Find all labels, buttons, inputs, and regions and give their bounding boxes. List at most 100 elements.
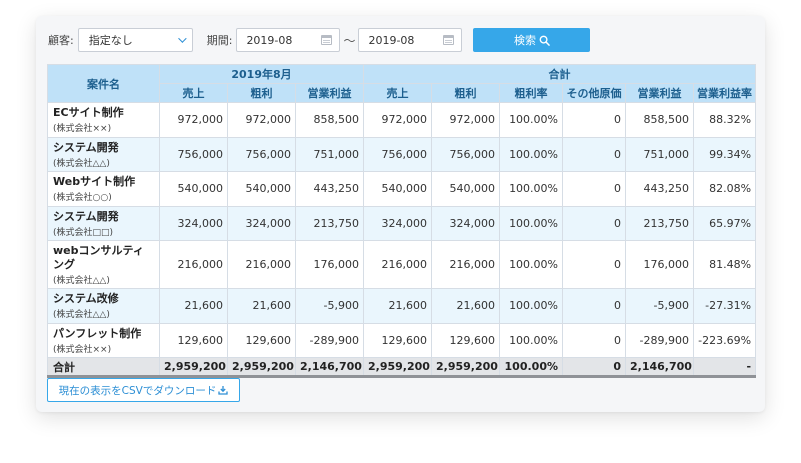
- date-to-value: 2019-08: [368, 33, 415, 47]
- table-cell: 21,600: [363, 288, 433, 324]
- project-cell: システム開発 (株式会社□□): [47, 205, 160, 241]
- total-cell: -: [693, 357, 757, 378]
- project-name: ECサイト制作: [53, 106, 124, 119]
- download-icon: [218, 386, 228, 395]
- total-cell: 2,959,200: [363, 357, 433, 378]
- table-cell: 324,000: [159, 205, 228, 241]
- report-panel: 顧客: 指定なし 期間: 2019-08 〜 2019-08 検索 案件名 20…: [36, 16, 765, 412]
- table-cell: 213,750: [294, 205, 365, 241]
- client-name: (株式会社□□): [53, 227, 114, 238]
- client-name: (株式会社××): [53, 124, 112, 134]
- calendar-icon[interactable]: [321, 35, 333, 45]
- table-cell: 99.34%: [693, 136, 757, 172]
- column-header-project: 案件名: [47, 64, 160, 103]
- column-header-month-1: 粗利: [227, 83, 296, 103]
- table-cell: 100.00%: [499, 205, 564, 241]
- total-cell: 2,146,700: [294, 357, 365, 378]
- customer-select[interactable]: 指定なし: [77, 28, 193, 52]
- group-header-month: 2019年8月: [158, 64, 365, 84]
- table-cell: 0: [562, 136, 627, 172]
- table-cell: 100.00%: [499, 136, 564, 172]
- table-cell: 100.00%: [499, 240, 564, 289]
- date-from-value: 2019-08: [246, 33, 293, 47]
- report-table: 案件名 2019年8月 合計 売上 粗利 営業利益 売上 粗利 粗利率 その他原価 営業利益営…: [47, 64, 757, 378]
- search-button[interactable]: 検索: [473, 28, 591, 52]
- column-header-total-5: 営業利益率: [693, 83, 757, 103]
- table-cell: 858,500: [625, 102, 695, 138]
- filter-bar: 顧客: 指定なし 期間: 2019-08 〜 2019-08 検索: [48, 28, 591, 52]
- project-cell: パンフレット制作 (株式会社××): [47, 322, 160, 358]
- table-cell: 0: [562, 171, 627, 207]
- table-cell: 88.32%: [693, 102, 757, 138]
- date-to-input[interactable]: 2019-08: [358, 28, 463, 52]
- client-name: (株式会社○○): [53, 193, 112, 203]
- project-cell: Webサイト制作 (株式会社○○): [47, 171, 160, 207]
- table-cell: 100.00%: [499, 322, 564, 358]
- table-cell: 443,250: [625, 171, 695, 207]
- client-name: (株式会社△△): [53, 310, 110, 320]
- table-cell: 972,000: [431, 102, 501, 138]
- table-cell: 100.00%: [499, 171, 564, 207]
- project-name: Webサイト制作: [53, 175, 136, 188]
- table-cell: 100.00%: [499, 288, 564, 324]
- table-cell: 756,000: [159, 136, 228, 172]
- calendar-icon[interactable]: [443, 35, 455, 45]
- table-row: パンフレット制作 (株式会社××) 129,600 129,600 -289,900 12…: [47, 322, 757, 358]
- date-from-input[interactable]: 2019-08: [236, 28, 341, 52]
- total-row: 合計 2,959,200 2,959,200 2,146,700 2,959,200 2…: [47, 357, 757, 378]
- client-name: (株式会社××): [53, 344, 112, 355]
- project-cell: webコンサルティング (株式会社△△): [47, 240, 160, 289]
- table-cell: 216,000: [431, 240, 501, 289]
- table-cell: 100.00%: [499, 102, 564, 138]
- table-cell: 756,000: [431, 136, 501, 172]
- project-name: パンフレット制作: [53, 326, 142, 340]
- table-cell: 0: [562, 322, 627, 358]
- table-cell: -289,900: [625, 322, 695, 358]
- client-name: (株式会社△△): [53, 276, 110, 286]
- table-cell: 540,000: [227, 171, 296, 207]
- column-header-total-2: 粗利率: [499, 83, 564, 103]
- table-cell: -5,900: [294, 288, 365, 324]
- table-row: システム開発 (株式会社□□) 324,000 324,000 213,750 324,0…: [47, 205, 757, 241]
- report-table-wrapper: 案件名 2019年8月 合計 売上 粗利 営業利益 売上 粗利 粗利率 その他原価 営業利益営…: [47, 64, 757, 378]
- table-cell: 324,000: [431, 205, 501, 241]
- table-cell: 540,000: [159, 171, 228, 207]
- search-button-label: 検索: [513, 34, 536, 47]
- table-cell: 81.48%: [693, 240, 757, 289]
- column-header-month-2: 営業利益: [294, 83, 365, 103]
- table-cell: 129,600: [431, 322, 501, 358]
- table-cell: 82.08%: [693, 171, 757, 207]
- table-cell: 0: [562, 102, 627, 138]
- table-cell: -5,900: [625, 288, 695, 324]
- project-name: システム開発: [53, 140, 119, 154]
- table-cell: 216,000: [363, 240, 433, 289]
- total-cell: 100.00%: [499, 357, 564, 378]
- table-cell: 65.97%: [693, 205, 757, 241]
- table-cell: 540,000: [363, 171, 433, 207]
- csv-download-label: 現在の表示をCSVでダウンロード: [58, 384, 217, 397]
- column-header-total-3: その他原価: [562, 83, 627, 103]
- table-cell: 213,750: [625, 205, 695, 241]
- table-cell: 216,000: [227, 240, 296, 289]
- table-cell: 540,000: [431, 171, 501, 207]
- project-cell: システム開発 (株式会社△△): [47, 136, 160, 172]
- project-name: システム開発: [53, 209, 119, 223]
- search-icon: [539, 35, 550, 46]
- client-name: (株式会社△△): [53, 158, 110, 169]
- total-cell: 2,959,200: [227, 357, 296, 378]
- csv-download-button[interactable]: 現在の表示をCSVでダウンロード: [47, 378, 240, 402]
- project-name: webコンサルティング: [53, 244, 144, 271]
- total-label: 合計: [47, 357, 160, 378]
- table-row: webコンサルティング (株式会社△△) 216,000 216,000 176,000…: [47, 240, 757, 289]
- table-cell: 216,000: [159, 240, 228, 289]
- table-cell: 21,600: [227, 288, 296, 324]
- table-row: Webサイト制作 (株式会社○○) 540,000 540,000 443,250 540…: [47, 171, 757, 207]
- table-cell: 0: [562, 205, 627, 241]
- table-cell: 443,250: [294, 171, 365, 207]
- table-cell: -27.31%: [693, 288, 757, 324]
- column-header-month-0: 売上: [159, 83, 228, 103]
- table-row: ECサイト制作 (株式会社××) 972,000 972,000 858,500 972,…: [47, 102, 757, 138]
- table-cell: 751,000: [294, 136, 365, 172]
- table-cell: 129,600: [227, 322, 296, 358]
- table-row: システム開発 (株式会社△△) 756,000 756,000 751,000 756,0…: [47, 136, 757, 172]
